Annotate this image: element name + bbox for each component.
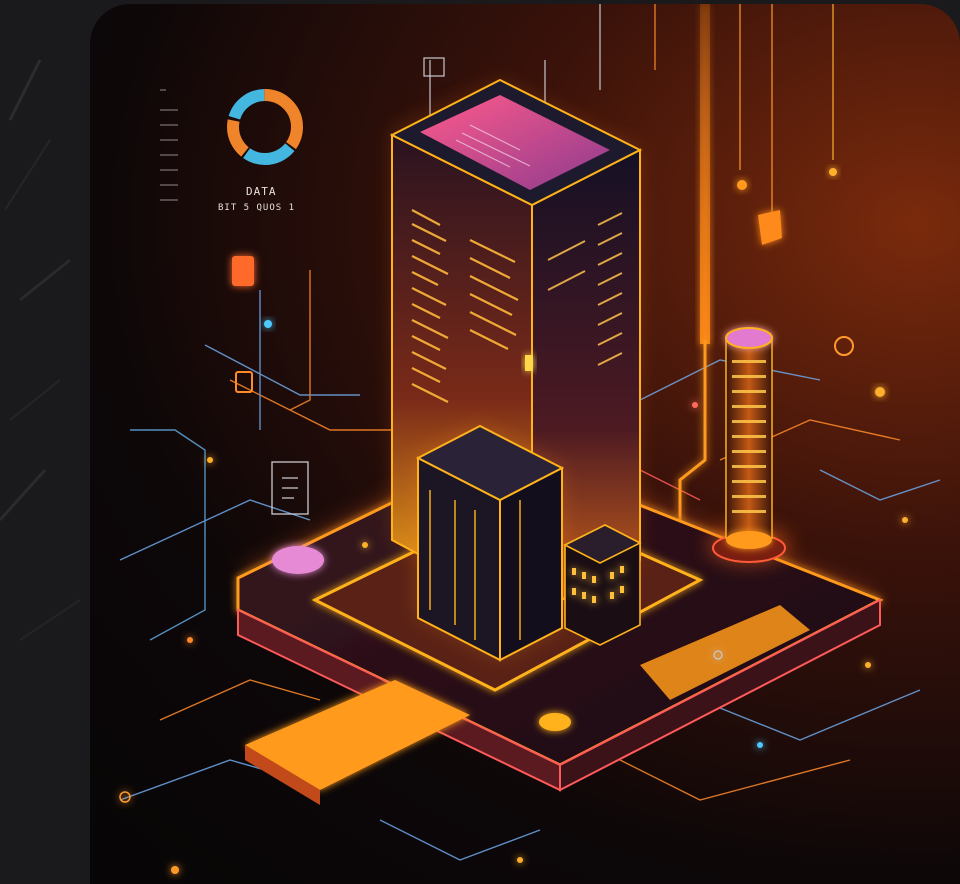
side-building-block <box>563 524 642 646</box>
donut-chart-icon <box>227 89 303 165</box>
gold-button <box>539 713 571 731</box>
cyan-node <box>264 320 272 328</box>
pink-disc <box>272 546 324 574</box>
illustration-scene: DATA BIT 5 QUOS 1 <box>119 4 941 874</box>
background-streaks <box>0 59 81 641</box>
clock-icon <box>834 336 854 356</box>
screenshot-stage: DATA BIT 5 QUOS 1 <box>0 0 960 884</box>
chart-label: DATA <box>246 185 277 198</box>
vertical-beam <box>700 4 710 344</box>
hanging-tag-icon <box>758 210 782 245</box>
cylinder-tower <box>709 327 789 563</box>
monitor-icon <box>423 57 445 77</box>
card-icon <box>232 256 254 286</box>
chart-sublabel: BIT 5 QUOS 1 <box>218 203 295 213</box>
file-icon <box>235 371 253 393</box>
sidebar-tick-marks <box>160 89 178 201</box>
secondary-server-tower <box>415 424 565 662</box>
illustration-card: DATA BIT 5 QUOS 1 <box>90 4 960 884</box>
